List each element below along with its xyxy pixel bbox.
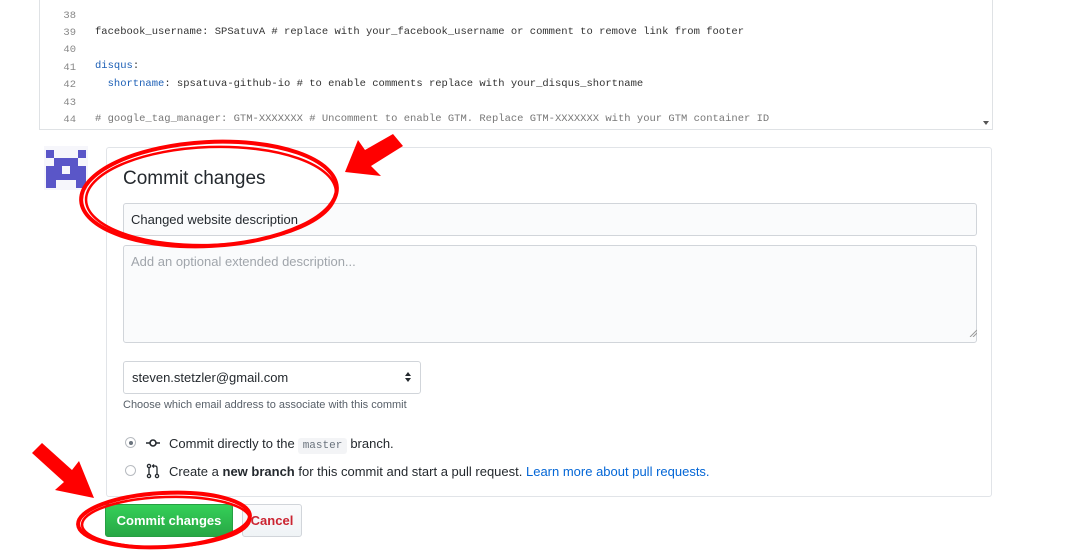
git-pull-request-icon bbox=[146, 463, 160, 479]
code-text: facebook_username: SPSatuvA # replace wi… bbox=[95, 26, 745, 38]
email-help-text: Choose which email address to associate … bbox=[123, 399, 407, 411]
commit-direct-label: Commit directly to the master branch. bbox=[169, 436, 394, 454]
code-line: 38 facebook_username: SPSatuvA # replace… bbox=[40, 0, 744, 38]
option-bold-text: new branch bbox=[222, 464, 295, 479]
option-text: branch. bbox=[350, 436, 394, 451]
code-comment: # google_tag_manager: GTM-XXXXXXX # Unco… bbox=[95, 113, 770, 125]
code-line: 42 bbox=[40, 61, 76, 91]
git-commit-icon bbox=[146, 439, 160, 447]
code-rest: : spsatuva-github-io # to enable comment… bbox=[164, 78, 644, 90]
email-select[interactable]: steven.stetzler@gmail.com bbox=[123, 361, 421, 394]
branch-name: master bbox=[297, 438, 348, 454]
option-text: Commit directly to the bbox=[169, 436, 295, 451]
code-text: disqus: bbox=[95, 58, 139, 74]
code-line: 39 bbox=[40, 9, 76, 39]
code-rest: : bbox=[132, 60, 140, 72]
option-text: for this commit and start a pull request… bbox=[298, 464, 523, 479]
new-branch-label: Create a new branch for this commit and … bbox=[169, 464, 710, 479]
code-key: disqus bbox=[95, 60, 133, 72]
resize-grip-icon[interactable] bbox=[969, 329, 977, 337]
option-text: Create a bbox=[169, 464, 219, 479]
commit-title: Commit changes bbox=[123, 168, 266, 189]
identicon-icon bbox=[46, 150, 86, 188]
cancel-button[interactable]: Cancel bbox=[242, 504, 302, 537]
email-select-value: steven.stetzler@gmail.com bbox=[132, 370, 289, 385]
code-line: 41 shortname: spsatuva-github-io # to en… bbox=[40, 44, 643, 90]
code-line: 45 service_worker: false bbox=[40, 114, 65, 129]
scroll-down-icon[interactable] bbox=[983, 121, 989, 125]
code-line: 40 disqus: bbox=[40, 26, 139, 72]
commit-description-input[interactable] bbox=[123, 245, 977, 343]
avatar[interactable] bbox=[44, 146, 88, 190]
select-arrows-icon bbox=[405, 372, 411, 382]
learn-more-link[interactable]: Learn more about pull requests. bbox=[526, 464, 710, 479]
code-text: shortname: spsatuva-github-io # to enabl… bbox=[95, 76, 644, 92]
code-editor[interactable]: 38 facebook_username: SPSatuvA # replace… bbox=[39, 0, 993, 130]
commit-changes-button[interactable]: Commit changes bbox=[105, 504, 233, 537]
commit-summary-input[interactable] bbox=[123, 203, 977, 236]
code-line: 43 # google_tag_manager: GTM-XXXXXXX # U… bbox=[40, 79, 769, 125]
commit-form: Commit changes steven.stetzler@gmail.com… bbox=[106, 147, 992, 497]
code-key: shortname bbox=[95, 78, 165, 90]
commit-direct-radio[interactable] bbox=[125, 437, 136, 448]
code-line: 44 bbox=[40, 96, 76, 126]
new-branch-radio[interactable] bbox=[125, 465, 136, 476]
arrow-icon bbox=[32, 443, 94, 498]
